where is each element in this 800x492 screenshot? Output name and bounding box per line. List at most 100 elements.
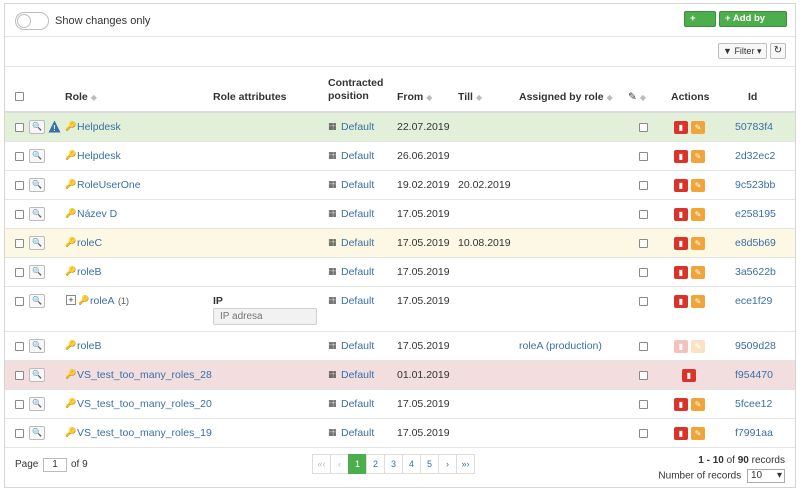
table-row[interactable]: 🔍 🔑 VS_test_too_many_roles_20 ▦ Default …	[5, 390, 795, 419]
position-link[interactable]: Default	[341, 150, 374, 162]
assigned-by-role-link[interactable]: roleA (production)	[519, 340, 602, 352]
row-checkbox[interactable]	[15, 268, 24, 277]
detail-search-button[interactable]: 🔍	[29, 294, 45, 308]
id-link[interactable]: 9c523bb	[735, 179, 775, 191]
row-checkbox[interactable]	[15, 400, 24, 409]
position-link[interactable]: Default	[341, 179, 374, 191]
edit-button[interactable]: ✎	[691, 295, 705, 308]
table-row[interactable]: 🔍 + 🔑 roleA (1) IP ▦ Default 17.05.2019 …	[5, 287, 795, 332]
page-button-3[interactable]: 3	[384, 454, 403, 474]
id-link[interactable]: 50783f4	[735, 121, 773, 133]
page-number-input[interactable]: 1	[43, 458, 67, 472]
id-link[interactable]: f7991aa	[735, 427, 773, 439]
row-checkbox[interactable]	[15, 210, 24, 219]
delete-button[interactable]: ▮	[674, 237, 688, 250]
row-checkbox[interactable]	[15, 342, 24, 351]
show-changes-toggle[interactable]	[15, 12, 49, 30]
page-button-2[interactable]: 2	[366, 454, 385, 474]
column-from[interactable]: From ◆	[397, 91, 432, 104]
delete-button[interactable]: ▮	[674, 398, 688, 411]
detail-search-button[interactable]: 🔍	[29, 426, 45, 440]
role-link[interactable]: roleC	[77, 237, 102, 249]
role-link[interactable]: Helpdesk	[77, 150, 121, 162]
table-row[interactable]: 🔍 🔑 Helpdesk ▦ Default 26.06.2019 ▮ ✎ 2d…	[5, 142, 795, 171]
detail-search-button[interactable]: 🔍	[29, 368, 45, 382]
edit-button[interactable]: ✎	[691, 237, 705, 250]
add-button[interactable]: + Add	[684, 11, 716, 38]
edit-button[interactable]: ✎	[691, 121, 705, 134]
row-checkbox[interactable]	[15, 123, 24, 132]
position-link[interactable]: Default	[341, 340, 374, 352]
delete-button[interactable]: ▮	[674, 121, 688, 134]
table-row[interactable]: 🔍 🔑 roleB ▦ Default 17.05.2019 roleA (pr…	[5, 332, 795, 361]
edit-button[interactable]: ✎	[691, 150, 705, 163]
delete-button[interactable]: ▮	[674, 427, 688, 440]
edit-button[interactable]: ✎	[691, 208, 705, 221]
detail-search-button[interactable]: 🔍	[29, 339, 45, 353]
edit-button[interactable]: ✎	[691, 266, 705, 279]
edit-button[interactable]: ✎	[691, 398, 705, 411]
next-page-button[interactable]: ›	[438, 454, 457, 474]
row-checkbox[interactable]	[15, 239, 24, 248]
page-button-1[interactable]: 1	[348, 454, 367, 474]
id-link[interactable]: e8d5b69	[735, 237, 776, 249]
detail-search-button[interactable]: 🔍	[29, 397, 45, 411]
position-link[interactable]: Default	[341, 295, 374, 307]
detail-search-button[interactable]: 🔍	[29, 265, 45, 279]
delete-button[interactable]: ▮	[682, 369, 696, 382]
edit-button[interactable]: ✎	[691, 179, 705, 192]
row-checkbox[interactable]	[15, 152, 24, 161]
select-all-checkbox[interactable]	[15, 92, 24, 101]
id-link[interactable]: 9509d28	[735, 340, 776, 352]
column-till[interactable]: Till ◆	[458, 91, 482, 104]
column-assigned-by-role[interactable]: Assigned by role ◆	[519, 91, 613, 104]
role-link[interactable]: Helpdesk	[77, 121, 121, 133]
row-checkbox[interactable]	[15, 181, 24, 190]
row-checkbox[interactable]	[15, 429, 24, 438]
page-button-5[interactable]: 5	[420, 454, 439, 474]
add-by-user-button[interactable]: + Add by user	[719, 11, 787, 38]
delete-button[interactable]: ▮	[674, 179, 688, 192]
table-row[interactable]: 🔍 🔑 VS_test_too_many_roles_19 ▦ Default …	[5, 419, 795, 448]
filter-button[interactable]: ▼ Filter ▾	[718, 43, 767, 59]
prev-page-button[interactable]: ‹	[330, 454, 349, 474]
row-checkbox[interactable]	[15, 297, 24, 306]
detail-search-button[interactable]: 🔍	[29, 207, 45, 221]
id-link[interactable]: 3a5622b	[735, 266, 776, 278]
column-automatic[interactable]: ✎ ◆	[628, 91, 646, 104]
page-button-4[interactable]: 4	[402, 454, 421, 474]
refresh-button[interactable]: ↻	[770, 43, 786, 59]
role-link[interactable]: VS_test_too_many_roles_28	[77, 369, 212, 381]
first-page-button[interactable]: «‹	[312, 454, 331, 474]
id-link[interactable]: 5fcee12	[735, 398, 772, 410]
table-row[interactable]: 🔍 🔑 Název D ▦ Default 17.05.2019 ▮ ✎ e25…	[5, 200, 795, 229]
delete-button[interactable]: ▮	[674, 150, 688, 163]
column-role[interactable]: Role ◆	[65, 91, 97, 104]
position-link[interactable]: Default	[341, 208, 374, 220]
page-size-select[interactable]: 10 ▾	[747, 469, 785, 483]
position-link[interactable]: Default	[341, 266, 374, 278]
id-link[interactable]: ece1f29	[735, 295, 772, 307]
edit-button[interactable]: ✎	[691, 427, 705, 440]
position-link[interactable]: Default	[341, 427, 374, 439]
table-row[interactable]: 🔍 🔑 RoleUserOne ▦ Default 19.02.2019 20.…	[5, 171, 795, 200]
ip-address-input[interactable]	[213, 308, 317, 325]
position-link[interactable]: Default	[341, 121, 374, 133]
role-link[interactable]: RoleUserOne	[77, 179, 141, 191]
delete-button[interactable]: ▮	[674, 208, 688, 221]
position-link[interactable]: Default	[341, 369, 374, 381]
table-row[interactable]: 🔍 🔑 roleC ▦ Default 17.05.2019 10.08.201…	[5, 229, 795, 258]
role-link[interactable]: VS_test_too_many_roles_20	[77, 398, 212, 410]
role-link[interactable]: Název D	[77, 208, 117, 220]
detail-search-button[interactable]: 🔍	[29, 236, 45, 250]
role-link[interactable]: VS_test_too_many_roles_19	[77, 427, 212, 439]
delete-button[interactable]: ▮	[674, 295, 688, 308]
detail-search-button[interactable]: 🔍	[29, 120, 45, 134]
position-link[interactable]: Default	[341, 237, 374, 249]
row-checkbox[interactable]	[15, 371, 24, 380]
detail-search-button[interactable]: 🔍	[29, 149, 45, 163]
expand-icon[interactable]: +	[66, 295, 76, 305]
position-link[interactable]: Default	[341, 398, 374, 410]
delete-button[interactable]: ▮	[674, 266, 688, 279]
role-link[interactable]: roleB	[77, 266, 102, 278]
